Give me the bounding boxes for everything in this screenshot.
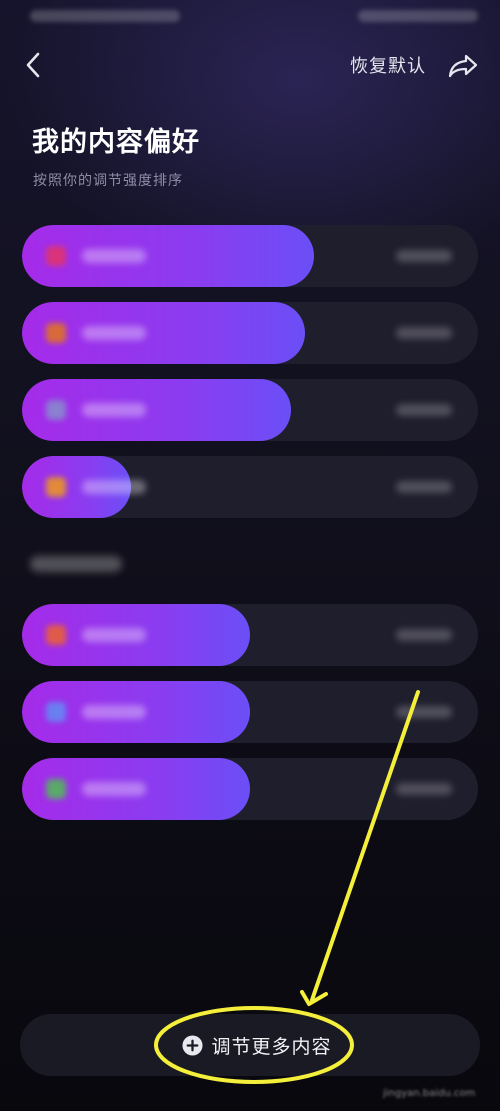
chevron-left-icon <box>26 52 40 78</box>
level-text-blurred <box>396 327 452 339</box>
add-more-inner: 调节更多内容 <box>182 1032 331 1059</box>
preference-row[interactable] <box>22 379 478 441</box>
add-more-content-button[interactable]: 调节更多内容 <box>20 1014 480 1076</box>
preference-row[interactable] <box>22 604 478 666</box>
preference-row[interactable] <box>22 681 478 743</box>
category-label-blurred <box>82 480 146 494</box>
category-icon <box>46 323 66 343</box>
category-label-blurred <box>82 705 146 719</box>
category-icon <box>46 702 66 722</box>
section-heading-blurred <box>30 556 122 572</box>
category-icon <box>46 779 66 799</box>
watermark: jingyan.baidu.com <box>383 1088 476 1099</box>
category-icon <box>46 400 66 420</box>
level-text-blurred <box>396 404 452 416</box>
category-label-blurred <box>82 782 146 796</box>
carrier-status <box>30 10 180 22</box>
category-label-blurred <box>82 628 146 642</box>
share-button[interactable] <box>446 50 480 82</box>
category-label-blurred <box>82 403 146 417</box>
share-arrow-icon <box>448 54 478 78</box>
preference-row[interactable] <box>22 758 478 820</box>
level-text-blurred <box>396 783 452 795</box>
level-text-blurred <box>396 250 452 262</box>
back-button[interactable] <box>18 50 48 80</box>
level-text-blurred <box>396 481 452 493</box>
category-icon <box>46 477 66 497</box>
plus-circle-icon <box>182 1034 204 1056</box>
level-text-blurred <box>396 706 452 718</box>
content-preference-screen: 恢复默认 我的内容偏好 按照你的调节强度排序 调节更多内容 jingyan.ba… <box>0 0 500 1111</box>
reset-default-button[interactable]: 恢复默认 <box>350 52 426 78</box>
add-more-label: 调节更多内容 <box>211 1035 332 1058</box>
category-label-blurred <box>82 326 146 340</box>
status-bar <box>0 0 500 36</box>
level-text-blurred <box>396 629 452 641</box>
preference-row[interactable] <box>22 302 478 364</box>
preference-row[interactable] <box>22 225 478 287</box>
battery-time-status <box>358 10 478 22</box>
annotation-arrow-head <box>300 990 328 1006</box>
page-title: 我的内容偏好 <box>32 127 200 158</box>
category-label-blurred <box>82 249 146 263</box>
category-icon <box>46 625 66 645</box>
preference-row[interactable] <box>22 456 478 518</box>
category-icon <box>46 246 66 266</box>
page-subtitle: 按照你的调节强度排序 <box>33 173 183 189</box>
